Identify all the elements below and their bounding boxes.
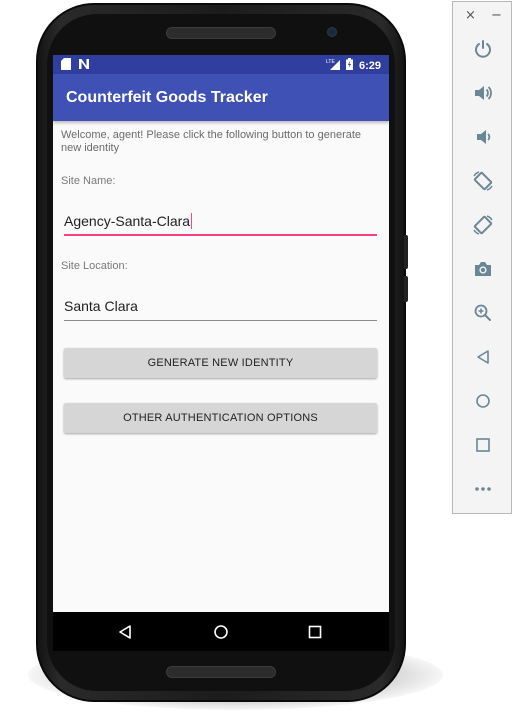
site-name-field[interactable]: Agency-Santa-Clara bbox=[64, 206, 377, 236]
emulator-toolbar: × − bbox=[452, 1, 512, 514]
side-button-lower bbox=[404, 276, 408, 302]
other-auth-options-button[interactable]: OTHER AUTHENTICATION OPTIONS bbox=[64, 403, 377, 433]
status-bar: LTE 6:29 bbox=[53, 55, 389, 74]
signal-icon: LTE bbox=[326, 58, 340, 73]
more-icon[interactable] bbox=[470, 476, 496, 502]
app-bar: Counterfeit Goods Tracker bbox=[53, 74, 389, 121]
camera-icon[interactable] bbox=[470, 256, 496, 282]
overview-icon[interactable] bbox=[470, 432, 496, 458]
toolbar-header: × − bbox=[453, 8, 511, 24]
site-location-label: Site Location: bbox=[61, 260, 128, 272]
generate-identity-button[interactable]: GENERATE NEW IDENTITY bbox=[64, 348, 377, 378]
home-icon[interactable] bbox=[470, 388, 496, 414]
top-speaker bbox=[166, 27, 276, 39]
minimize-icon[interactable]: − bbox=[491, 8, 502, 24]
site-name-underline bbox=[64, 234, 377, 236]
phone-screen: LTE 6:29 Counterfeit Goods Tracker Welco… bbox=[53, 55, 389, 651]
zoom-icon[interactable] bbox=[470, 300, 496, 326]
welcome-message: Welcome, agent! Please click the followi… bbox=[61, 129, 362, 154]
sd-card-icon bbox=[61, 58, 71, 73]
front-camera bbox=[327, 27, 337, 37]
n-notification-icon bbox=[78, 58, 90, 73]
nav-back-icon[interactable] bbox=[115, 622, 135, 642]
bottom-speaker bbox=[166, 666, 276, 678]
site-name-value: Agency-Santa-Clara bbox=[64, 213, 191, 229]
power-icon[interactable] bbox=[470, 36, 496, 62]
svg-text:LTE: LTE bbox=[326, 59, 335, 65]
site-location-field[interactable]: Santa Clara bbox=[64, 291, 377, 321]
navigation-bar bbox=[53, 612, 389, 651]
text-cursor bbox=[191, 213, 193, 229]
battery-icon bbox=[345, 58, 353, 73]
nav-overview-icon[interactable] bbox=[305, 622, 325, 642]
side-button-upper bbox=[404, 235, 408, 269]
site-location-underline bbox=[64, 320, 377, 321]
site-name-label: Site Name: bbox=[61, 175, 116, 187]
volume-down-icon[interactable] bbox=[470, 124, 496, 150]
rotate-left-icon[interactable] bbox=[470, 168, 496, 194]
volume-up-icon[interactable] bbox=[470, 80, 496, 106]
nav-home-icon[interactable] bbox=[211, 622, 231, 642]
back-icon[interactable] bbox=[470, 344, 496, 370]
site-location-value: Santa Clara bbox=[64, 298, 138, 314]
close-icon[interactable]: × bbox=[465, 8, 476, 24]
rotate-right-icon[interactable] bbox=[470, 212, 496, 238]
status-time: 6:29 bbox=[358, 59, 381, 72]
app-title: Counterfeit Goods Tracker bbox=[66, 89, 268, 106]
